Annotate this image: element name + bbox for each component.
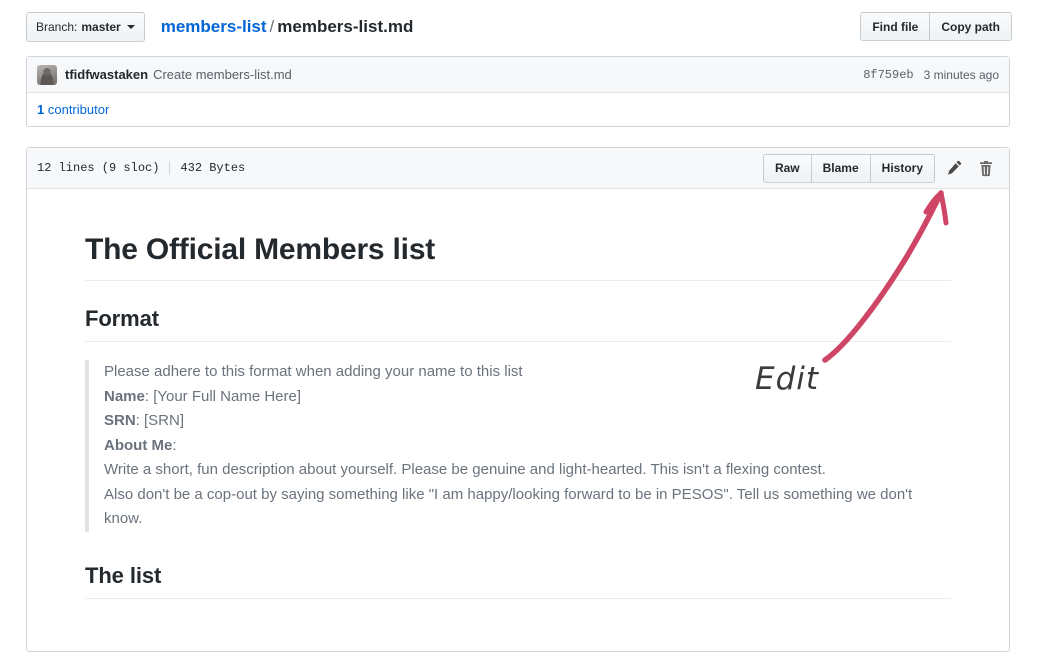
commit-tease-row: tfidfwastaken Create members-list.md 8f7…	[27, 57, 1009, 93]
history-button[interactable]: History	[870, 153, 935, 183]
contributors-label: contributor	[47, 102, 110, 117]
rendered-markdown: The Official Members list Format Please …	[27, 189, 1009, 631]
file-action-buttons: Raw Blame History	[762, 148, 999, 188]
commit-sha-link[interactable]: 8f759eb	[863, 68, 913, 82]
find-file-button[interactable]: Find file	[860, 12, 931, 41]
quote-line-about: About Me:	[104, 434, 936, 459]
quote-line-srn: SRN: [SRN]	[104, 409, 936, 434]
quote-srn-value: : [SRN]	[135, 412, 185, 429]
quote-body-1: Write a short, fun description about you…	[104, 461, 826, 478]
file-content-box: 12 lines (9 sloc) 432 Bytes Raw Blame Hi…	[26, 147, 1010, 652]
format-blockquote: Please adhere to this format when adding…	[85, 360, 951, 532]
blame-button[interactable]: Blame	[811, 153, 871, 183]
edit-file-button[interactable]	[941, 155, 967, 181]
commit-timestamp: 3 minutes ago	[923, 67, 999, 82]
breadcrumb-separator: /	[269, 17, 275, 36]
copy-path-button[interactable]: Copy path	[930, 12, 1012, 41]
branch-selector-button[interactable]: Branch: master	[26, 12, 145, 42]
breadcrumb-repo-link[interactable]: members-list	[161, 17, 267, 36]
quote-about-value: :	[172, 436, 177, 454]
quote-line-intro: Please adhere to this format when adding…	[104, 363, 523, 380]
avatar	[37, 64, 57, 85]
page-title: The Official Members list	[85, 231, 951, 281]
file-line-count: 12 lines (9 sloc)	[37, 161, 160, 175]
quote-about-label: About Me	[104, 436, 173, 454]
quote-body-2: Also don't be a cop-out by saying someth…	[104, 485, 913, 528]
chevron-down-icon	[126, 25, 135, 29]
trash-icon	[978, 160, 994, 177]
quote-line-name: Name: [Your Full Name Here]	[104, 385, 936, 410]
file-meta-info: 12 lines (9 sloc) 432 Bytes	[37, 161, 245, 175]
branch-prefix-label: Branch:	[36, 20, 78, 34]
quote-name-label: Name	[104, 387, 145, 405]
file-meta-divider	[169, 161, 171, 175]
latest-commit-box: tfidfwastaken Create members-list.md 8f7…	[26, 56, 1010, 127]
quote-name-value: : [Your Full Name Here]	[144, 387, 302, 405]
breadcrumb-current-file: members-list.md	[277, 17, 414, 36]
branch-name-label: master	[81, 20, 121, 34]
raw-button[interactable]: Raw	[762, 153, 812, 183]
file-header-bar: 12 lines (9 sloc) 432 Bytes Raw Blame Hi…	[27, 148, 1009, 189]
quote-srn-label: SRN	[104, 412, 136, 429]
file-size: 432 Bytes	[180, 161, 246, 175]
breadcrumb: members-list / members-list.md	[161, 17, 414, 37]
format-heading: Format	[85, 305, 951, 342]
raw-blame-history-group: Raw Blame History	[762, 153, 935, 183]
list-heading: The list	[85, 562, 951, 599]
commit-author-link[interactable]: tfidfwastaken	[65, 67, 148, 82]
pencil-icon	[946, 160, 962, 176]
contributors-count: 1	[37, 102, 45, 117]
commit-message-link[interactable]: Create members-list.md	[153, 67, 292, 82]
delete-file-button[interactable]	[973, 155, 999, 181]
contributors-bar: 1 contributor	[27, 93, 1009, 126]
file-toolbar-actions: Find file Copy path	[860, 12, 1012, 41]
commit-meta: 8f759eb 3 minutes ago	[863, 57, 999, 92]
contributors-link[interactable]: 1 contributor	[37, 102, 109, 117]
